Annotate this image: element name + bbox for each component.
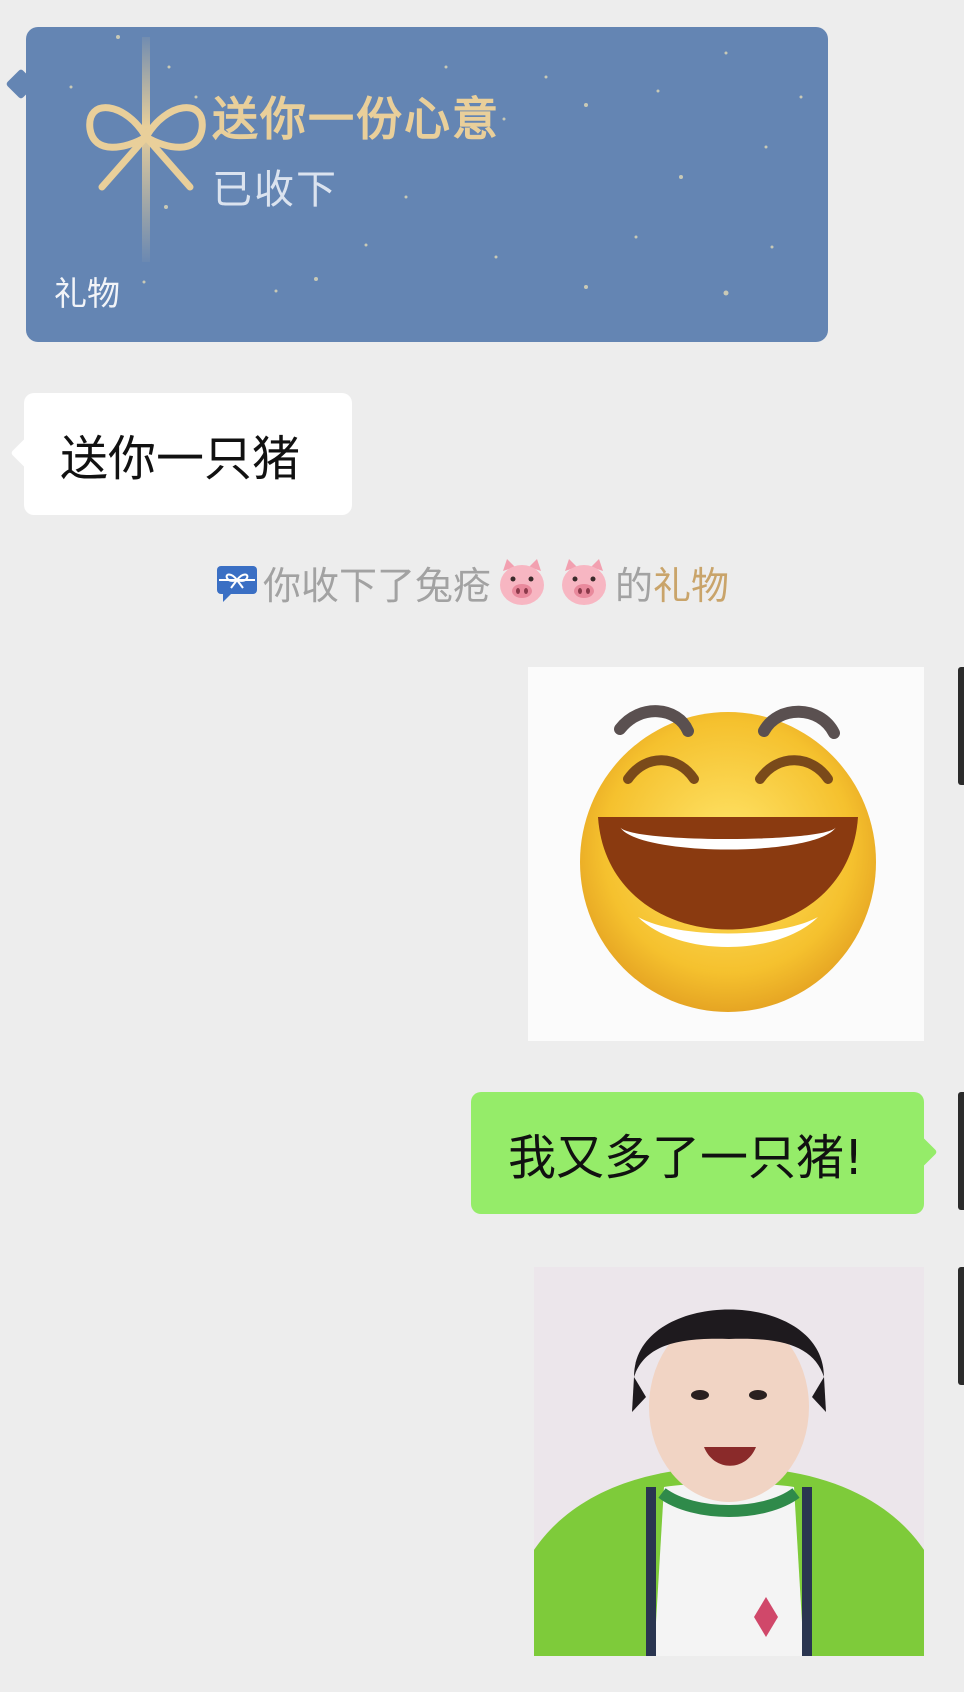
notice-middle: 的 (614, 563, 653, 608)
ribbon-bow-icon (86, 37, 206, 262)
bubble-tail (906, 1136, 938, 1168)
gift-card[interactable]: 送你一份心意 已收下 礼物 (26, 27, 828, 342)
bubble-tail (10, 437, 42, 469)
pig-face-emoji (499, 559, 544, 605)
smiling-boy-sticker[interactable] (534, 1267, 924, 1656)
pig-face-emoji (561, 559, 606, 605)
incoming-message-text: 送你一只猪 (60, 431, 301, 487)
laughing-face-sticker[interactable] (528, 667, 924, 1041)
avatar-edge[interactable] (958, 667, 964, 785)
avatar-edge[interactable] (958, 1267, 964, 1385)
laughing-face-icon (580, 705, 876, 1012)
avatar-edge[interactable] (958, 1092, 964, 1210)
outgoing-message-bubble[interactable]: 我又多了一只猪! (471, 1092, 938, 1214)
gift-footer-label: 礼物 (54, 274, 120, 313)
gift-title: 送你一份心意 (212, 92, 500, 146)
notice-gift-link[interactable]: 礼物 (653, 555, 729, 610)
smiling-boy-icon (534, 1267, 924, 1656)
notice-prefix: 你收下了兔疮 (262, 563, 491, 608)
outgoing-message-text: 我又多了一只猪! (508, 1130, 864, 1186)
gift-received-notice: 你收下了兔疮 的 礼物 (0, 555, 944, 609)
incoming-message-bubble[interactable]: 送你一只猪 (10, 393, 352, 515)
gift-notice-icon (216, 566, 257, 602)
gift-status: 已收下 (212, 167, 338, 213)
